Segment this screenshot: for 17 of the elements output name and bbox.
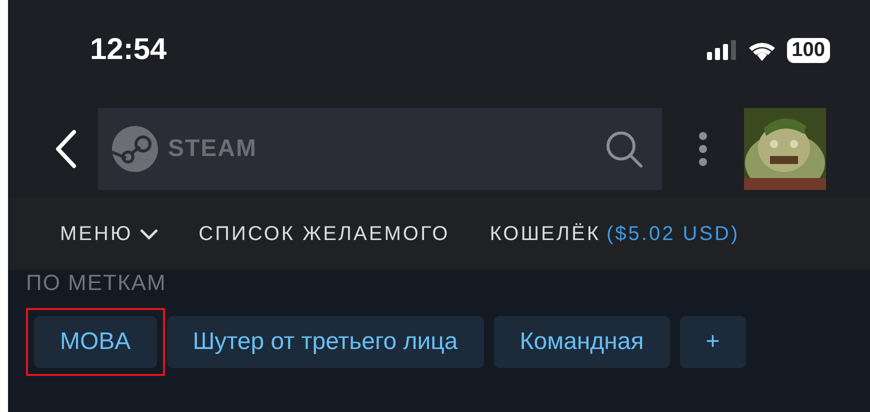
back-icon[interactable] — [54, 129, 78, 169]
section-heading: ПО МЕТКАМ — [26, 270, 168, 296]
nav-link[interactable]: СПИСОК ЖЕЛАЕМОГО — [198, 222, 450, 246]
chevron-icon — [138, 228, 159, 240]
tag-button[interactable]: Шутер от третьего лица — [166, 316, 484, 368]
steam-logo-icon — [112, 126, 158, 172]
signal-icon — [706, 40, 737, 60]
nav-link[interactable]: КОШЕЛЁК ($5.02 USD) — [490, 222, 740, 246]
more-icon[interactable] — [698, 131, 708, 167]
status-time: 12:54 — [90, 33, 167, 67]
tag-button[interactable]: MOBA — [34, 316, 157, 368]
tag-button[interactable]: Командная — [494, 316, 670, 368]
tag-button[interactable]: + — [680, 316, 746, 368]
nav-link[interactable]: МЕНЮ — [60, 222, 159, 246]
search-field[interactable]: STEAM — [98, 108, 662, 190]
search-icon[interactable] — [604, 129, 644, 169]
battery-indicator: 100 — [786, 38, 830, 62]
